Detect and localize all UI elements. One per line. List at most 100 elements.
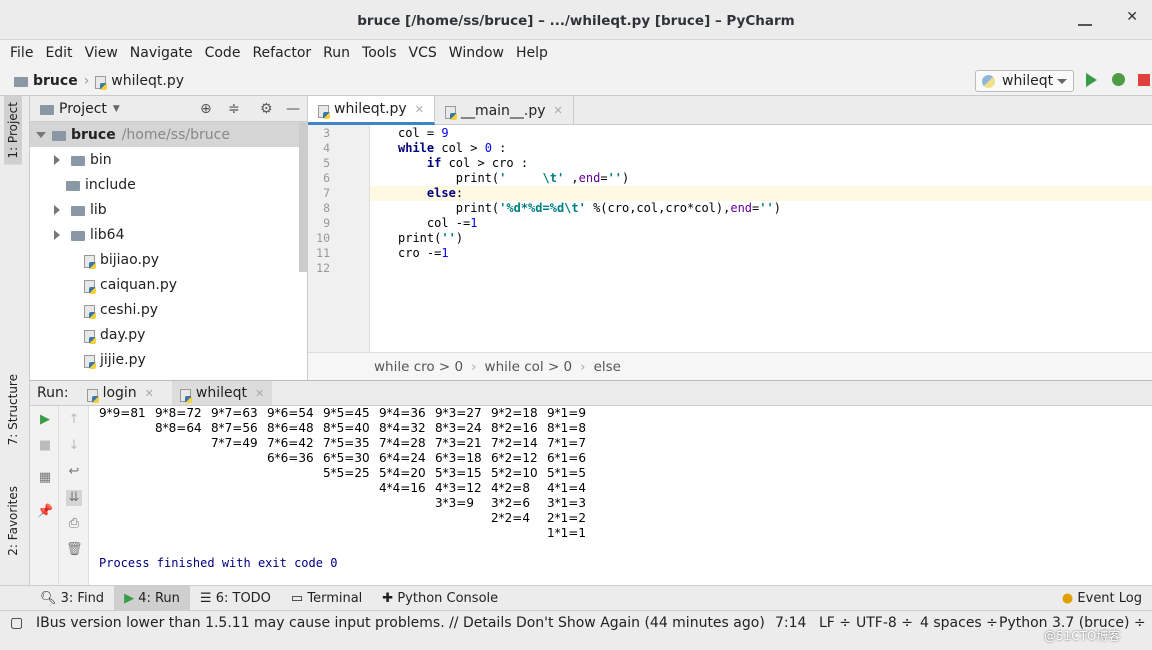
trash-icon[interactable]: 🗑 <box>66 542 83 558</box>
menu-view[interactable]: View <box>85 45 118 61</box>
status-message[interactable]: IBus version lower than 1.5.11 may cause… <box>36 615 765 631</box>
code-line: if col > cro : <box>426 156 529 170</box>
process-message: Process finished with exit code 0 <box>99 556 338 570</box>
close-icon[interactable]: ✕ <box>554 104 563 117</box>
tooltab-find[interactable]: 🔍︎ 3: Find <box>30 586 114 611</box>
menu-run[interactable]: Run <box>323 45 350 61</box>
menu-file[interactable]: File <box>10 45 33 61</box>
expand-arrow-icon[interactable] <box>36 132 46 143</box>
expand-arrow-icon[interactable] <box>54 154 65 165</box>
expand-arrow-icon[interactable] <box>54 229 65 240</box>
breadcrumb-item[interactable]: while cro > 0 <box>374 359 463 375</box>
arrow-down-icon[interactable]: ↓ <box>66 438 82 454</box>
run-toolbar-secondary: ↑ ↓ ↩ ⇊ ⎙ 🗑 <box>59 406 89 586</box>
menu-refactor[interactable]: Refactor <box>252 45 311 61</box>
output-cell <box>211 481 267 496</box>
tab-project[interactable]: 1: Project <box>4 96 22 165</box>
tree-root-label: bruce <box>71 126 116 143</box>
indent[interactable]: 4 spaces ÷ <box>920 615 998 631</box>
expand-arrow-icon[interactable] <box>54 204 65 215</box>
console-output[interactable]: 9*9=81 9*8=72 9*7=63 9*6=54 9*5=45 9*4=36 9*3=… <box>99 406 603 541</box>
chevron-down-icon[interactable]: ▼ <box>113 104 120 114</box>
stop-icon[interactable]: ■ <box>37 438 53 454</box>
tooltab-run[interactable]: ▶ 4: Run <box>114 585 190 611</box>
collapse-icon[interactable]: ≑ <box>228 101 240 117</box>
tab-structure[interactable]: 7: Structure <box>4 368 22 451</box>
tree-item[interactable]: bin <box>30 147 307 172</box>
tab-main[interactable]: __main__.py ✕ <box>435 96 574 125</box>
output-cell: 5*3=15 <box>435 466 482 480</box>
tree-item[interactable]: day.py <box>30 322 307 347</box>
tree-item-label: lib <box>90 201 107 218</box>
run-tab-login[interactable]: login ✕ <box>86 385 154 403</box>
print-icon[interactable]: ⎙ <box>66 516 82 532</box>
tooltab-python-console[interactable]: ✚ Python Console <box>372 586 508 611</box>
debug-button[interactable] <box>1112 73 1125 86</box>
tab-whileqt[interactable]: whileqt.py ✕ <box>308 96 435 125</box>
hide-icon[interactable]: — <box>286 101 300 117</box>
tree-root[interactable]: bruce /home/ss/bruce <box>30 122 307 147</box>
layout-icon[interactable]: ▦ <box>37 470 53 486</box>
line-separator[interactable]: LF ÷ <box>819 615 851 631</box>
tree-item[interactable]: bijiao.py <box>30 247 307 272</box>
menu-window[interactable]: Window <box>449 45 504 61</box>
status-icon[interactable]: ▢ <box>10 615 23 631</box>
menu-help[interactable]: Help <box>516 45 548 61</box>
chevron-down-icon <box>1057 79 1067 89</box>
menu-vcs[interactable]: VCS <box>409 45 437 61</box>
tree-item[interactable]: ceshi.py <box>30 297 307 322</box>
scrollbar[interactable] <box>299 122 307 272</box>
output-cell <box>211 496 267 511</box>
window-title: bruce [/home/ss/bruce] – .../whileqt.py … <box>0 0 1152 40</box>
tree-item[interactable]: caiquan.py <box>30 272 307 297</box>
scroll-to-end-icon[interactable]: ⇊ <box>66 490 82 506</box>
arrow-up-icon[interactable]: ↑ <box>66 412 82 428</box>
tree-item[interactable]: lib <box>30 197 307 222</box>
minimize-button[interactable] <box>1078 12 1092 26</box>
tree-item[interactable]: lib64 <box>30 222 307 247</box>
run-config-select[interactable]: whileqt <box>975 70 1074 92</box>
tooltab-event-log[interactable]: ● Event Log <box>1052 586 1152 611</box>
menu-navigate[interactable]: Navigate <box>130 45 193 61</box>
run-tab-whileqt[interactable]: whileqt ✕ <box>171 381 273 405</box>
run-button[interactable] <box>1086 73 1104 87</box>
line-number: 7 <box>323 186 330 200</box>
output-cell: 9*2=18 <box>491 406 538 420</box>
output-cell <box>99 496 155 511</box>
rerun-icon[interactable]: ▶ <box>37 412 53 428</box>
caret-position[interactable]: 7:14 <box>775 615 806 631</box>
gear-icon[interactable]: ⚙ <box>260 101 273 117</box>
close-icon[interactable]: ✕ <box>1126 10 1138 24</box>
close-icon[interactable]: ✕ <box>415 103 424 116</box>
close-icon[interactable]: ✕ <box>145 387 154 400</box>
menu-edit[interactable]: Edit <box>45 45 72 61</box>
output-cell <box>99 481 155 496</box>
nav-file[interactable]: whileqt.py <box>111 73 184 89</box>
output-cell <box>99 451 155 466</box>
folder-icon <box>71 205 85 216</box>
tree-item[interactable]: jijie.py <box>30 347 307 372</box>
pin-icon[interactable]: 📌 <box>37 504 53 520</box>
breadcrumb-item[interactable]: while col > 0 <box>485 359 573 375</box>
nav-project[interactable]: bruce <box>33 73 78 89</box>
menu-code[interactable]: Code <box>205 45 241 61</box>
close-icon[interactable]: ✕ <box>255 387 264 400</box>
tooltab-terminal[interactable]: ▭ Terminal <box>281 586 372 611</box>
output-cell: 4*4=16 <box>379 481 426 495</box>
output-cell <box>211 451 267 466</box>
encoding[interactable]: UTF-8 ÷ <box>856 615 913 631</box>
line-number: 6 <box>323 171 330 185</box>
tree-item-label: day.py <box>100 326 146 343</box>
tree-item[interactable]: include <box>30 172 307 197</box>
output-cell <box>99 421 155 436</box>
locate-icon[interactable]: ⊕ <box>200 101 212 117</box>
tab-favorites[interactable]: 2: Favorites <box>4 480 22 562</box>
tooltab-todo[interactable]: ☰ 6: TODO <box>190 586 281 611</box>
breadcrumb-item[interactable]: else <box>594 359 621 375</box>
menu-tools[interactable]: Tools <box>362 45 397 61</box>
soft-wrap-icon[interactable]: ↩ <box>66 464 82 480</box>
output-cell: 8*5=40 <box>323 421 370 435</box>
stop-button[interactable] <box>1138 74 1150 86</box>
menu-bar: File Edit View Navigate Code Refactor Ru… <box>0 40 1152 66</box>
project-view-select[interactable]: Project <box>59 101 107 117</box>
